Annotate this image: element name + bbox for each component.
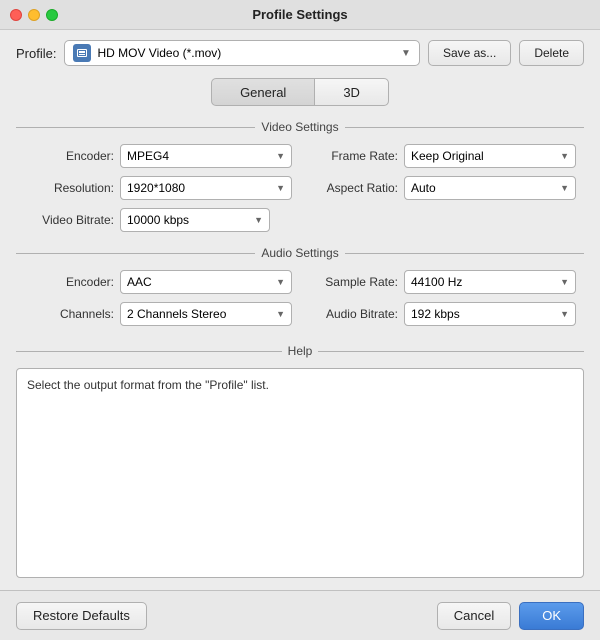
tab-general[interactable]: General xyxy=(211,78,314,106)
video-bitrate-row: Video Bitrate: 10000 kbps ▼ xyxy=(16,208,584,232)
aspect-row: Aspect Ratio: Auto ▼ xyxy=(308,176,576,200)
profile-select-text-area: HD MOV Video (*.mov) xyxy=(73,44,401,62)
section-line-right xyxy=(345,127,584,128)
profile-row: Profile: HD MOV Video (*.mov) ▼ Save as.… xyxy=(16,40,584,66)
resolution-row: Resolution: 1920*1080 ▼ xyxy=(24,176,292,200)
audio-bitrate-chevron-icon: ▼ xyxy=(560,309,569,319)
close-button[interactable] xyxy=(10,9,22,21)
samplerate-dropdown[interactable]: 44100 Hz ▼ xyxy=(404,270,576,294)
profile-icon xyxy=(73,44,91,62)
channels-chevron-icon: ▼ xyxy=(276,309,285,319)
encoder-row: Encoder: MPEG4 ▼ xyxy=(24,144,292,168)
tab-3d[interactable]: 3D xyxy=(314,78,389,106)
audio-section-title: Audio Settings xyxy=(261,246,338,260)
audio-encoder-label: Encoder: xyxy=(24,275,114,289)
audio-settings-section: Audio Settings Encoder: AAC ▼ Sample Rat… xyxy=(16,246,584,326)
titlebar: Profile Settings xyxy=(0,0,600,30)
save-as-button[interactable]: Save as... xyxy=(428,40,511,66)
audio-bitrate-dropdown[interactable]: 192 kbps ▼ xyxy=(404,302,576,326)
audio-encoder-chevron-icon: ▼ xyxy=(276,277,285,287)
aspect-chevron-icon: ▼ xyxy=(560,183,569,193)
section-line-left xyxy=(16,127,255,128)
maximize-button[interactable] xyxy=(46,9,58,21)
aspect-dropdown[interactable]: Auto ▼ xyxy=(404,176,576,200)
audio-encoder-value: AAC xyxy=(127,275,152,289)
framerate-row: Frame Rate: Keep Original ▼ xyxy=(308,144,576,168)
resolution-value: 1920*1080 xyxy=(127,181,185,195)
main-content: Profile: HD MOV Video (*.mov) ▼ Save as.… xyxy=(0,30,600,590)
help-line-right xyxy=(318,351,584,352)
help-box: Select the output format from the "Profi… xyxy=(16,368,584,578)
aspect-value: Auto xyxy=(411,181,436,195)
encoder-dropdown[interactable]: MPEG4 ▼ xyxy=(120,144,292,168)
audio-encoder-dropdown[interactable]: AAC ▼ xyxy=(120,270,292,294)
video-section-header: Video Settings xyxy=(16,120,584,134)
video-bitrate-dropdown[interactable]: 10000 kbps ▼ xyxy=(120,208,270,232)
profile-value: HD MOV Video (*.mov) xyxy=(97,46,221,60)
samplerate-chevron-icon: ▼ xyxy=(560,277,569,287)
aspect-label: Aspect Ratio: xyxy=(308,181,398,195)
channels-label: Channels: xyxy=(24,307,114,321)
video-settings-section: Video Settings Encoder: MPEG4 ▼ Frame Ra… xyxy=(16,120,584,232)
channels-row: Channels: 2 Channels Stereo ▼ xyxy=(24,302,292,326)
audio-bitrate-label: Audio Bitrate: xyxy=(308,307,398,321)
help-line-left xyxy=(16,351,282,352)
profile-label: Profile: xyxy=(16,46,56,61)
audio-settings-grid: Encoder: AAC ▼ Sample Rate: 44100 Hz ▼ C… xyxy=(16,270,584,326)
samplerate-value: 44100 Hz xyxy=(411,275,462,289)
audio-bitrate-row: Audio Bitrate: 192 kbps ▼ xyxy=(308,302,576,326)
audio-section-header: Audio Settings xyxy=(16,246,584,260)
audio-line-left xyxy=(16,253,255,254)
video-icon xyxy=(77,49,87,57)
samplerate-row: Sample Rate: 44100 Hz ▼ xyxy=(308,270,576,294)
channels-dropdown[interactable]: 2 Channels Stereo ▼ xyxy=(120,302,292,326)
delete-button[interactable]: Delete xyxy=(519,40,584,66)
resolution-chevron-icon: ▼ xyxy=(276,183,285,193)
video-section-title: Video Settings xyxy=(261,120,338,134)
video-bitrate-label: Video Bitrate: xyxy=(24,213,114,227)
encoder-label: Encoder: xyxy=(24,149,114,163)
samplerate-label: Sample Rate: xyxy=(308,275,398,289)
chevron-down-icon: ▼ xyxy=(401,48,411,59)
bottom-right-buttons: Cancel OK xyxy=(437,602,584,630)
video-settings-grid: Encoder: MPEG4 ▼ Frame Rate: Keep Origin… xyxy=(16,144,584,200)
audio-line-right xyxy=(345,253,584,254)
help-section: Help Select the output format from the "… xyxy=(16,344,584,578)
restore-defaults-button[interactable]: Restore Defaults xyxy=(16,602,147,630)
channels-value: 2 Channels Stereo xyxy=(127,307,226,321)
resolution-label: Resolution: xyxy=(24,181,114,195)
framerate-value: Keep Original xyxy=(411,149,484,163)
tabs-row: General 3D xyxy=(16,78,584,106)
bottom-bar: Restore Defaults Cancel OK xyxy=(0,590,600,640)
traffic-lights xyxy=(10,9,58,21)
framerate-chevron-icon: ▼ xyxy=(560,151,569,161)
minimize-button[interactable] xyxy=(28,9,40,21)
encoder-chevron-icon: ▼ xyxy=(276,151,285,161)
cancel-button[interactable]: Cancel xyxy=(437,602,511,630)
help-text: Select the output format from the "Profi… xyxy=(27,378,269,392)
bitrate-chevron-icon: ▼ xyxy=(254,215,263,225)
resolution-dropdown[interactable]: 1920*1080 ▼ xyxy=(120,176,292,200)
profile-dropdown[interactable]: HD MOV Video (*.mov) ▼ xyxy=(64,40,419,66)
framerate-label: Frame Rate: xyxy=(308,149,398,163)
encoder-value: MPEG4 xyxy=(127,149,169,163)
window-title: Profile Settings xyxy=(252,7,347,22)
help-section-header: Help xyxy=(16,344,584,358)
ok-button[interactable]: OK xyxy=(519,602,584,630)
framerate-dropdown[interactable]: Keep Original ▼ xyxy=(404,144,576,168)
audio-encoder-row: Encoder: AAC ▼ xyxy=(24,270,292,294)
help-section-title: Help xyxy=(288,344,313,358)
video-bitrate-value: 10000 kbps xyxy=(127,213,189,227)
audio-bitrate-value: 192 kbps xyxy=(411,307,460,321)
